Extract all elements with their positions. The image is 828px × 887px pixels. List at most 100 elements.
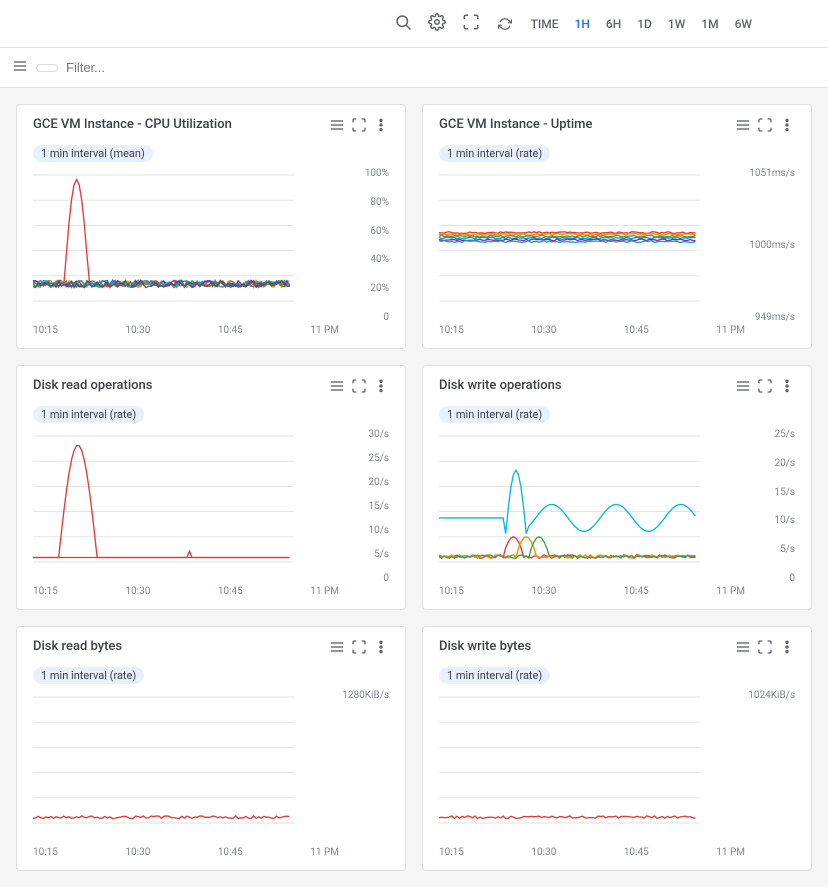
chart-card-disk-read-ops: Disk read operations1 min interval (rate… — [16, 365, 406, 610]
y-label: 25/s — [747, 429, 795, 440]
x-label: 10:15 — [439, 847, 464, 858]
time-button-1h[interactable]: 1H — [567, 13, 598, 35]
custom-range-button[interactable] — [760, 20, 776, 28]
list-icon[interactable] — [329, 639, 345, 659]
x-label: 11 PM — [310, 586, 339, 597]
chart-icons-disk-write-ops — [735, 378, 795, 398]
y-label: 5/s — [341, 549, 389, 560]
list-icon[interactable] — [735, 117, 751, 137]
chart-header-uptime: GCE VM Instance - Uptime — [439, 117, 795, 137]
time-range-buttons: TIME 1H 6H 1D 1W 1M 6W — [490, 13, 776, 35]
x-label: 10:30 — [125, 847, 150, 858]
fullscreen-icon[interactable] — [456, 7, 486, 41]
chart-badge-uptime: 1 min interval (rate) — [439, 145, 550, 162]
search-icon[interactable] — [388, 7, 418, 41]
expand-icon[interactable] — [757, 378, 773, 398]
y-labels-disk-write-bytes: 1024KiB/s — [747, 690, 795, 845]
y-label: 0 — [747, 573, 795, 584]
y-label: 80% — [341, 197, 389, 208]
x-label: 10:45 — [624, 325, 649, 336]
chart-header-disk-read-ops: Disk read operations — [33, 378, 389, 398]
list-icon[interactable] — [735, 378, 751, 398]
more-icon[interactable] — [373, 117, 389, 137]
x-label: 11 PM — [716, 325, 745, 336]
chart-card-disk-read-bytes: Disk read bytes1 min interval (rate)1280… — [16, 626, 406, 871]
x-label: 10:15 — [33, 847, 58, 858]
filter-input[interactable] — [66, 60, 816, 75]
expand-icon[interactable] — [757, 639, 773, 659]
y-label: 30/s — [341, 429, 389, 440]
time-button-6w[interactable]: 6W — [727, 13, 760, 35]
chart-header-cpu-utilization: GCE VM Instance - CPU Utilization — [33, 117, 389, 137]
filterbar — [0, 48, 828, 88]
settings-icon[interactable] — [422, 7, 452, 41]
chart-card-disk-write-ops: Disk write operations 1 min interval (rat… — [422, 365, 812, 610]
dashboard-grid: GCE VM Instance - CPU Utilization 1 min i… — [0, 88, 828, 887]
back-button[interactable] — [12, 20, 20, 28]
expand-icon[interactable] — [351, 639, 367, 659]
x-label: 11 PM — [716, 586, 745, 597]
chart-header-disk-write-ops: Disk write operations — [439, 378, 795, 398]
expand-icon[interactable] — [351, 378, 367, 398]
more-icon[interactable] — [779, 639, 795, 659]
time-button-time[interactable]: TIME — [523, 13, 567, 35]
time-button-6h[interactable]: 6H — [598, 13, 629, 35]
x-label: 10:15 — [439, 325, 464, 336]
chart-title-disk-read-ops: Disk read operations — [33, 378, 152, 393]
group-by-button[interactable] — [36, 64, 58, 72]
x-label: 11 PM — [716, 847, 745, 858]
chart-title-cpu-utilization: GCE VM Instance - CPU Utilization — [33, 117, 232, 132]
list-icon[interactable] — [735, 639, 751, 659]
y-label: 5/s — [747, 544, 795, 555]
expand-icon[interactable] — [757, 117, 773, 137]
list-icon[interactable] — [329, 378, 345, 398]
x-label: 10:45 — [218, 325, 243, 336]
x-labels-cpu-utilization: 10:1510:3010:4511 PM — [33, 325, 389, 336]
y-label: 949ms/s — [747, 312, 795, 323]
y-label: 20% — [341, 283, 389, 294]
filter-menu-icon[interactable] — [12, 58, 28, 78]
time-button-1m[interactable]: 1M — [693, 13, 726, 35]
add-chart-button[interactable] — [792, 18, 816, 30]
chart-area-cpu-utilization: 100%80%60%40%20%0 — [33, 168, 389, 323]
x-labels-disk-write-ops: 10:1510:3010:4511 PM — [439, 586, 795, 597]
chart-card-uptime: GCE VM Instance - Uptime 1 min interval (… — [422, 104, 812, 349]
time-button-1w[interactable]: 1W — [660, 13, 693, 35]
time-button-1d[interactable]: 1D — [629, 13, 660, 35]
more-icon[interactable] — [373, 378, 389, 398]
chart-badge-disk-write-ops: 1 min interval (rate) — [439, 406, 550, 423]
favorite-icon[interactable] — [780, 20, 788, 28]
expand-icon[interactable] — [351, 117, 367, 137]
x-labels-disk-read-ops: 10:1510:3010:4511 PM — [33, 586, 389, 597]
x-label: 11 PM — [310, 847, 339, 858]
chart-area-disk-read-ops: 30/s25/s20/s15/s10/s5/s0 — [33, 429, 389, 584]
y-label: 25/s — [341, 453, 389, 464]
list-icon[interactable] — [329, 117, 345, 137]
y-label: 10/s — [747, 515, 795, 526]
x-label: 11 PM — [310, 325, 339, 336]
chart-title-uptime: GCE VM Instance - Uptime — [439, 117, 592, 132]
chart-icons-uptime — [735, 117, 795, 137]
x-label: 10:30 — [531, 847, 556, 858]
y-labels-uptime: 1051ms/s1000ms/s949ms/s — [747, 168, 795, 323]
y-labels-disk-read-bytes: 1280KiB/s — [341, 690, 389, 845]
chart-header-disk-write-bytes: Disk write bytes — [439, 639, 795, 659]
y-label: 10/s — [341, 525, 389, 536]
chart-area-disk-write-ops: 25/s20/s15/s10/s5/s0 — [439, 429, 795, 584]
more-icon[interactable] — [373, 639, 389, 659]
x-label: 10:15 — [33, 586, 58, 597]
chart-badge-cpu-utilization: 1 min interval (mean) — [33, 145, 153, 162]
chart-header-disk-read-bytes: Disk read bytes — [33, 639, 389, 659]
x-label: 10:30 — [531, 586, 556, 597]
chart-title-disk-read-bytes: Disk read bytes — [33, 639, 122, 654]
y-label: 0 — [341, 312, 389, 323]
y-label: 1051ms/s — [747, 168, 795, 179]
chart-icons-cpu-utilization — [329, 117, 389, 137]
x-label: 10:45 — [624, 847, 649, 858]
chart-badge-disk-write-bytes: 1 min interval (rate) — [439, 667, 550, 684]
more-icon[interactable] — [779, 378, 795, 398]
chart-area-disk-read-bytes: 1280KiB/s — [33, 690, 389, 845]
x-label: 10:45 — [624, 586, 649, 597]
more-icon[interactable] — [779, 117, 795, 137]
refresh-off-button[interactable] — [490, 13, 523, 35]
